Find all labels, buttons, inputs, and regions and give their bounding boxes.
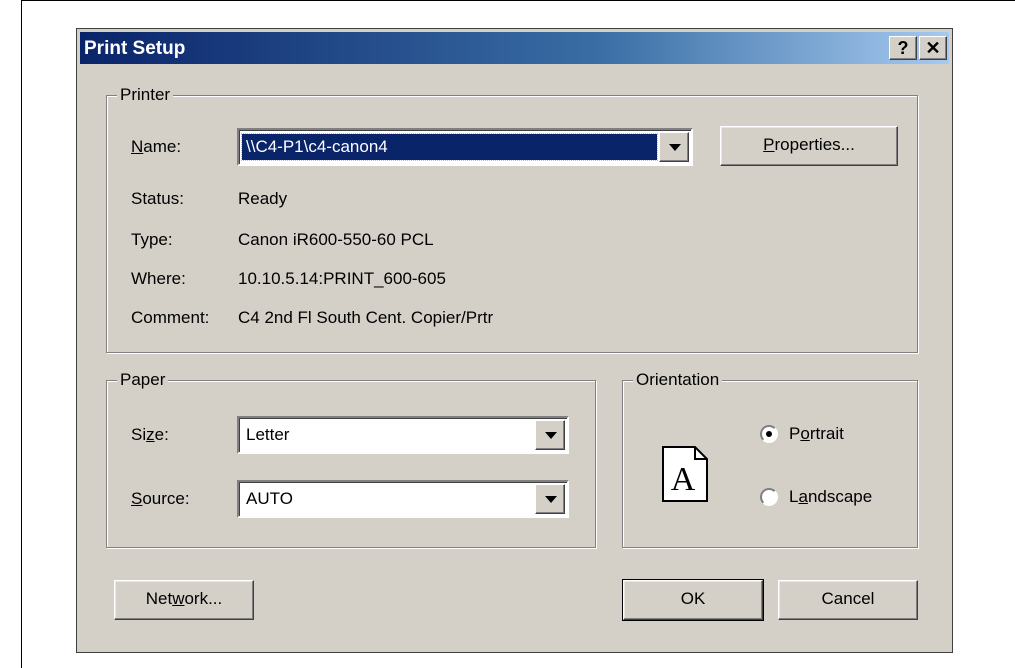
network-label-pre: Net — [145, 589, 173, 608]
portrait-label[interactable]: Portrait — [789, 423, 844, 445]
paper-group-label: Paper — [117, 369, 169, 391]
portrait-label-pre: P — [789, 424, 801, 443]
ok-button[interactable]: OK — [622, 579, 764, 621]
status-value: Ready — [238, 189, 288, 208]
source-label-post: ource: — [142, 489, 190, 508]
chevron-down-icon[interactable] — [659, 132, 689, 162]
title-bar[interactable]: Print Setup ? ✕ — [80, 32, 949, 64]
name-label-rest: ame: — [143, 137, 182, 156]
chevron-down-icon[interactable] — [535, 484, 565, 514]
close-button[interactable]: ✕ — [919, 36, 947, 60]
orientation-group-label: Orientation — [633, 369, 723, 391]
where-value: 10.10.5.14:PRINT_600-605 — [238, 269, 446, 288]
printer-name-value: \\C4-P1\c4-canon4 — [241, 133, 658, 161]
paper-source-value: AUTO — [246, 489, 293, 508]
printer-group-label: Printer — [117, 84, 174, 106]
type-label: Type: — [131, 230, 173, 249]
comment-value: C4 2nd Fl South Cent. Copier/Prtr — [238, 308, 494, 327]
chevron-down-icon[interactable] — [535, 420, 565, 450]
source-label: Source: — [131, 488, 190, 510]
help-button[interactable]: ? — [889, 36, 917, 60]
landscape-label-post: ndscape — [807, 487, 873, 506]
name-mnemonic: N — [131, 137, 144, 156]
properties-button[interactable]: Properties... — [720, 126, 898, 166]
where-label: Where: — [131, 269, 186, 288]
page-icon-letter: A — [671, 461, 696, 498]
network-mnemonic: w — [172, 589, 185, 608]
printer-name-label: Name: — [131, 136, 181, 158]
portrait-mnemonic: o — [800, 424, 810, 443]
landscape-radio[interactable] — [760, 488, 778, 506]
status-label: Status: — [131, 189, 184, 208]
size-mnemonic: z — [146, 425, 155, 444]
portrait-page-icon: A — [662, 446, 708, 502]
portrait-label-post: rtrait — [809, 424, 844, 443]
paper-source-combo[interactable]: AUTO — [237, 480, 569, 518]
close-icon: ✕ — [925, 38, 941, 58]
network-button[interactable]: Network... — [114, 580, 254, 620]
network-label-post: ork... — [184, 589, 223, 608]
portrait-radio[interactable] — [760, 425, 778, 443]
size-label: Size: — [131, 424, 169, 446]
properties-label-rest: roperties... — [774, 135, 855, 154]
landscape-label[interactable]: Landscape — [789, 486, 872, 508]
size-label-pre: Si — [131, 425, 147, 444]
paper-group: Paper — [106, 369, 596, 548]
landscape-mnemonic: a — [798, 487, 808, 506]
source-mnemonic: S — [131, 489, 143, 508]
comment-label: Comment: — [131, 308, 210, 327]
size-label-post: e: — [154, 425, 169, 444]
cancel-button[interactable]: Cancel — [778, 580, 918, 620]
printer-name-combo[interactable]: \\C4-P1\c4-canon4 — [237, 128, 693, 166]
type-value: Canon iR600-550-60 PCL — [238, 230, 434, 249]
dialog-title: Print Setup — [84, 38, 186, 59]
paper-size-value: Letter — [246, 425, 290, 444]
paper-size-combo[interactable]: Letter — [237, 416, 569, 454]
properties-mnemonic: P — [763, 135, 775, 154]
